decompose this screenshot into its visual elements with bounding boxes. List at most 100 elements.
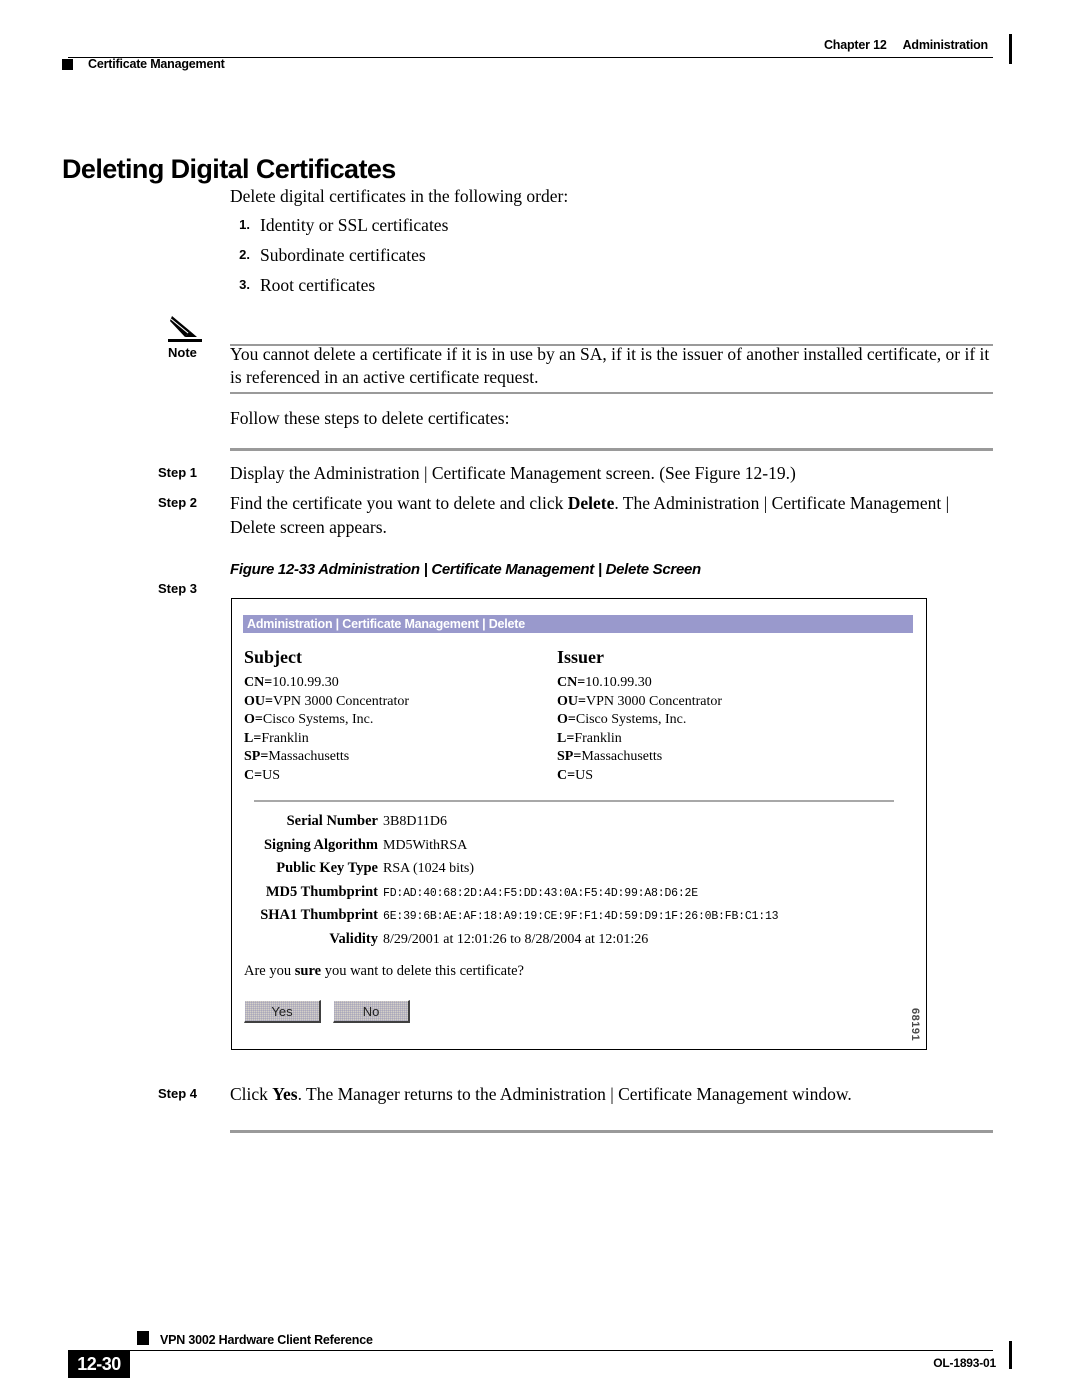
issuer-dn-line: C=US <box>557 767 897 786</box>
header-chapter: Chapter 12 Administration <box>824 38 988 52</box>
step-4-text-before: Click <box>230 1084 273 1104</box>
subject-dn-line: OU=VPN 3000 Concentrator <box>244 693 564 712</box>
issuer-dn-value: Cisco Systems, Inc. <box>575 712 687 728</box>
note-rule-bottom <box>230 392 993 394</box>
steps-rule-top <box>230 448 993 451</box>
subject-dn-key: O= <box>244 712 263 728</box>
subject-dn-line: L=Franklin <box>244 730 564 749</box>
issuer-dn-value: Massachusetts <box>581 749 663 765</box>
issuer-dn-key: L= <box>557 730 575 746</box>
step-4-text: Click Yes. The Manager returns to the Ad… <box>230 1083 993 1107</box>
list-item-label: Identity or SSL certificates <box>260 215 449 235</box>
running-header: Chapter 12 Administration Certificate Man… <box>0 0 1080 90</box>
issuer-dn-key: C= <box>557 767 576 783</box>
figure-id-number: 68191 <box>909 1008 921 1042</box>
footer-doc-id: OL-1893-01 <box>933 1356 996 1370</box>
list-item-label: Subordinate certificates <box>260 245 426 265</box>
step-1-label: Step 1 <box>158 465 198 480</box>
certificate-details-table: Serial Number 3B8D11D6 Signing Algorithm… <box>244 813 914 954</box>
subject-column: Subject CN=10.10.99.30 OU=VPN 3000 Conce… <box>244 647 564 786</box>
detail-key: SHA1 Thumbprint <box>260 907 378 923</box>
footer-page-number: 12-30 <box>68 1350 130 1378</box>
issuer-dn-key: OU= <box>557 693 586 709</box>
no-button[interactable]: No <box>333 1000 410 1023</box>
issuer-dn-key: SP= <box>557 749 582 765</box>
issuer-dn-line: OU=VPN 3000 Concentrator <box>557 693 897 712</box>
detail-key: Serial Number <box>286 813 378 829</box>
detail-value: RSA (1024 bits) <box>383 861 475 876</box>
note-text: You cannot delete a certificate if it is… <box>230 344 990 388</box>
confirm-text-after: you want to delete this certificate? <box>321 963 524 979</box>
step-2-text: Find the certificate you want to delete … <box>230 492 993 539</box>
detail-row-public-key-type: Public Key Type RSA (1024 bits) <box>244 860 914 884</box>
header-section-title: Certificate Management <box>88 57 225 71</box>
step-4-bold-yes: Yes <box>272 1084 298 1104</box>
issuer-dn-line: L=Franklin <box>557 730 897 749</box>
detail-row-serial-number: Serial Number 3B8D11D6 <box>244 813 914 837</box>
subject-dn-value: Cisco Systems, Inc. <box>262 712 374 728</box>
issuer-dn-value: Franklin <box>574 730 622 746</box>
list-item-label: Root certificates <box>260 275 376 295</box>
issuer-dn-line: SP=Massachusetts <box>557 748 897 767</box>
vpn-breadcrumb-titlebar: Administration | Certificate Management … <box>243 615 913 633</box>
detail-value: MD5WithRSA <box>383 837 468 853</box>
detail-key: MD5 Thumbprint <box>265 883 378 900</box>
subject-heading: Subject <box>244 647 302 667</box>
header-chapter-title: Administration <box>902 38 989 52</box>
step-2-bold-delete: Delete <box>567 493 615 513</box>
details-divider <box>254 800 894 802</box>
intro-paragraph: Delete digital certificates in the follo… <box>230 186 569 206</box>
step-1-text: Display the Administration | Certificate… <box>230 463 796 483</box>
header-edge-tick <box>1009 34 1012 64</box>
confirmation-buttons: Yes No <box>244 1000 410 1023</box>
issuer-dn-key: CN= <box>557 675 586 690</box>
note-label: Note <box>168 345 197 360</box>
detail-row-signing-algorithm: Signing Algorithm MD5WithRSA <box>244 837 914 861</box>
pencil-icon <box>168 312 210 344</box>
issuer-dn-line: CN=10.10.99.30 <box>557 674 897 693</box>
detail-key: Signing Algorithm <box>263 836 378 853</box>
issuer-column: Issuer CN=10.10.99.30 OU=VPN 3000 Concen… <box>557 647 897 786</box>
detail-value: FD:AD:40:68:2D:A4:F5:DD:43:0A:F5:4D:99:A… <box>383 886 698 900</box>
subject-dn-line: CN=10.10.99.30 <box>244 674 564 693</box>
list-item-number: 2. <box>239 247 250 262</box>
issuer-heading: Issuer <box>557 647 605 667</box>
confirmation-question: Are you sure you want to delete this cer… <box>244 963 524 980</box>
subject-dn-value: Massachusetts <box>268 749 350 765</box>
detail-row-sha1-thumbprint: SHA1 Thumbprint 6E:39:6B:AE:AF:18:A9:19:… <box>244 907 914 931</box>
step-4-label: Step 4 <box>158 1086 198 1101</box>
detail-value: 6E:39:6B:AE:AF:18:A9:19:CE:9F:F1:4D:59:D… <box>383 910 779 923</box>
steps-rule-bottom <box>230 1130 993 1133</box>
figure-caption: Figure 12-33 Administration | Certificat… <box>230 561 701 578</box>
step-4-text-after: . The Manager returns to the Administrat… <box>297 1084 852 1104</box>
subject-dn-key: CN= <box>244 675 273 690</box>
footer-bullet-square-icon <box>137 1331 149 1345</box>
figure-screenshot-delete-screen: Administration | Certificate Management … <box>231 598 927 1050</box>
detail-value: 8/29/2001 at 12:01:26 to 8/28/2004 at 12… <box>383 931 649 947</box>
header-bullet-square-icon <box>62 59 73 70</box>
footer-doc-title: VPN 3002 Hardware Client Reference <box>160 1333 373 1347</box>
list-item: 1. Identity or SSL certificates <box>230 215 990 245</box>
follow-steps-paragraph: Follow these steps to delete certificate… <box>230 408 510 428</box>
detail-value: 3B8D11D6 <box>383 814 448 829</box>
confirm-text-before: Are you <box>244 963 295 979</box>
issuer-dn-value: VPN 3000 Concentrator <box>585 693 723 709</box>
ordered-list: 1. Identity or SSL certificates 2. Subor… <box>230 215 990 305</box>
detail-row-validity: Validity 8/29/2001 at 12:01:26 to 8/28/2… <box>244 931 914 955</box>
subject-dn-value: Franklin <box>261 730 309 746</box>
page-title: Deleting Digital Certificates <box>62 154 396 185</box>
detail-key: Public Key Type <box>276 860 378 876</box>
issuer-dn-line: O=Cisco Systems, Inc. <box>557 711 897 730</box>
list-item: 3. Root certificates <box>230 275 990 305</box>
subject-dn-key: OU= <box>244 693 273 709</box>
subject-dn-line: SP=Massachusetts <box>244 748 564 767</box>
subject-dn-value: VPN 3000 Concentrator <box>272 693 410 709</box>
detail-row-md5-thumbprint: MD5 Thumbprint FD:AD:40:68:2D:A4:F5:DD:4… <box>244 884 914 908</box>
yes-button[interactable]: Yes <box>244 1000 321 1023</box>
step-2-label: Step 2 <box>158 495 198 510</box>
step-3-label: Step 3 <box>158 581 198 596</box>
footer-edge-tick <box>1009 1341 1012 1369</box>
subject-dn-key: SP= <box>244 749 269 765</box>
header-chapter-number: Chapter 12 <box>823 38 887 52</box>
issuer-dn-value: US <box>575 767 593 783</box>
